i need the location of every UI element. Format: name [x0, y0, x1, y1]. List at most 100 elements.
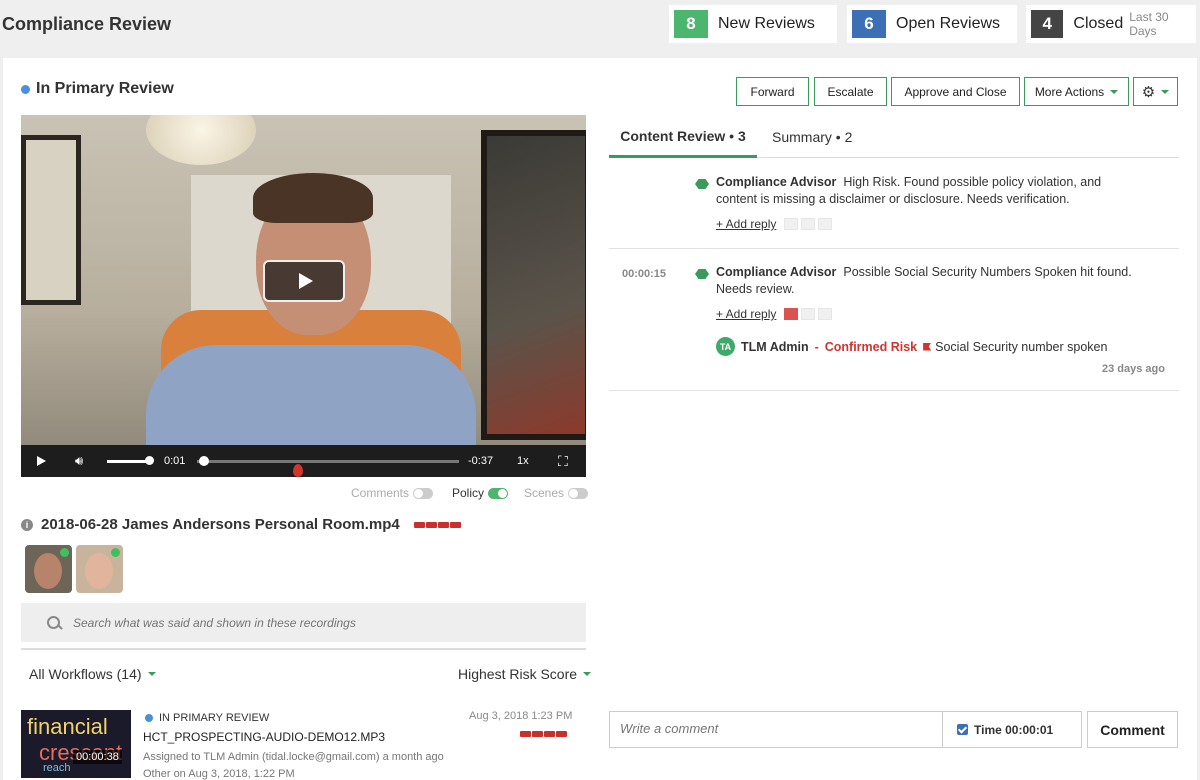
seek-handle[interactable] [199, 456, 209, 466]
toggle-label: Comments [351, 486, 410, 500]
video-frame-picture [21, 135, 81, 305]
comment-timestamp[interactable]: 00:00:15 [622, 268, 666, 280]
toggle-switch[interactable] [568, 487, 589, 499]
add-reply-label: + Add reply [716, 217, 777, 231]
seek-bar[interactable] [197, 460, 459, 463]
settings-button[interactable]: ⚙ [1133, 77, 1178, 106]
thumbnail-word: reach [43, 762, 71, 774]
toggle-switch[interactable] [413, 487, 434, 499]
participant-face [85, 553, 113, 589]
more-actions-label: More Actions [1034, 84, 1105, 99]
speed-button[interactable]: 1x [517, 445, 529, 477]
recording-thumbnail[interactable]: financial crescent reach 00:00:38 [21, 710, 131, 778]
chevron-down-icon [1110, 89, 1119, 94]
play-icon [299, 273, 313, 289]
fullscreen-button[interactable]: ⛶ [558, 445, 568, 477]
reply-item: TA TLM Admin - Confirmed Risk Social Sec… [716, 337, 1107, 356]
more-actions-button[interactable]: More Actions [1024, 77, 1129, 106]
comment-item: Compliance Advisor High Risk. Found poss… [609, 160, 1179, 249]
tab-content-review[interactable]: Content Review • 3 [609, 116, 757, 158]
search-input[interactable] [73, 615, 553, 630]
stat-sub-label: Last 30 Days [1129, 10, 1169, 38]
time-checkbox[interactable]: Time 00:00:01 [942, 712, 1082, 747]
comment-text: Compliance Advisor High Risk. Found poss… [716, 174, 1136, 208]
toggle-label: Policy [452, 486, 485, 500]
video-player[interactable]: 🔊︎ 0:01 -0:37 1x ⛶ [21, 115, 586, 477]
participant-thumbnail[interactable] [25, 545, 72, 593]
header: Compliance Review 8 New Reviews 6 Open R… [0, 0, 1200, 50]
check-icon[interactable] [818, 218, 833, 230]
file-title: i 2018-06-28 James Andersons Personal Ro… [21, 516, 462, 533]
review-status-title: In Primary Review [21, 80, 174, 98]
chevron-down-icon [583, 672, 592, 676]
add-reply-link[interactable]: + Add reply [716, 217, 833, 231]
add-reply-link[interactable]: + Add reply [716, 307, 833, 321]
toggle-switch[interactable] [488, 487, 509, 499]
stat-label: Closed [1073, 15, 1124, 32]
play-icon [37, 456, 46, 466]
sort-label: Highest Risk Score [458, 666, 578, 682]
comment-button[interactable]: Comment [1087, 711, 1178, 748]
video-frame-poster [481, 130, 586, 440]
recording-status-label: IN PRIMARY REVIEW [159, 712, 270, 724]
escalate-button[interactable]: Escalate [814, 77, 887, 106]
volume-slider[interactable] [107, 460, 149, 463]
participant-thumbnail[interactable] [76, 545, 123, 593]
advisor-icon [695, 269, 709, 279]
time-label: Time 00:00:01 [974, 722, 1054, 737]
reply-timestamp: 23 days ago [1102, 363, 1165, 375]
volume-button[interactable]: 🔊︎ [75, 445, 83, 477]
stat-open-reviews[interactable]: 6 Open Reviews [847, 5, 1017, 43]
page-title: Compliance Review [2, 14, 172, 34]
stat-label: Open Reviews [896, 15, 1001, 32]
check-icon[interactable] [818, 308, 833, 320]
comment-text: Compliance Advisor Possible Social Secur… [716, 264, 1136, 298]
comment-author: Compliance Advisor [716, 265, 837, 279]
add-reply-label: + Add reply [716, 307, 777, 321]
checkbox-checked-icon[interactable] [957, 724, 968, 735]
flag-icon[interactable] [784, 308, 799, 320]
comment-composer: Time 00:00:01 [609, 711, 1082, 748]
workflow-filter-label: All Workflows (14) [29, 666, 142, 682]
volume-handle[interactable] [145, 456, 154, 465]
tab-summary[interactable]: Summary • 2 [772, 116, 852, 158]
toggle-comments[interactable]: Comments [351, 486, 434, 500]
sort-dropdown[interactable]: Highest Risk Score [458, 666, 592, 682]
online-indicator-icon [111, 548, 120, 557]
big-play-button[interactable] [263, 260, 345, 302]
player-controls: 🔊︎ 0:01 -0:37 1x ⛶ [21, 445, 586, 477]
fullscreen-icon: ⛶ [558, 452, 568, 469]
risk-marker-icon[interactable] [293, 464, 303, 477]
play-button[interactable] [37, 445, 46, 477]
toggle-label: Scenes [524, 486, 565, 500]
participant-face [34, 553, 62, 589]
video-frame-person-hair [253, 173, 373, 223]
risk-score-bar [520, 731, 568, 737]
recording-name[interactable]: HCT_PROSPECTING-AUDIO-DEMO12.MP3 [143, 730, 385, 744]
review-tabs: Content Review • 3 Summary • 2 [609, 116, 1179, 158]
stat-new-reviews[interactable]: 8 New Reviews [669, 5, 837, 43]
info-icon[interactable]: i [21, 518, 33, 531]
transcript-search [21, 603, 586, 642]
stat-closed[interactable]: 4 Closed Last 30 Days [1026, 5, 1196, 43]
edit-icon[interactable] [801, 218, 816, 230]
edit-icon[interactable] [801, 308, 816, 320]
divider [21, 648, 586, 650]
toggle-policy[interactable]: Policy [452, 486, 509, 500]
toggle-scenes[interactable]: Scenes [524, 486, 589, 500]
flag-icon [923, 342, 932, 351]
stat-count: 6 [852, 10, 886, 38]
review-status-label: In Primary Review [36, 80, 174, 97]
risk-score-bar [413, 521, 462, 528]
reply-dash: - [814, 339, 819, 354]
flag-icon[interactable] [784, 218, 799, 230]
forward-button[interactable]: Forward [736, 77, 809, 106]
approve-and-close-button[interactable]: Approve and Close [891, 77, 1020, 106]
comment-input[interactable] [620, 721, 930, 736]
list-item[interactable]: financial crescent reach 00:00:38 IN PRI… [21, 710, 586, 780]
advisor-icon [695, 179, 709, 189]
workflow-filter[interactable]: All Workflows (14) [29, 666, 156, 682]
recording-duration: 00:00:38 [73, 750, 122, 764]
chevron-down-icon [147, 672, 156, 676]
stat-label: New Reviews [718, 15, 815, 32]
